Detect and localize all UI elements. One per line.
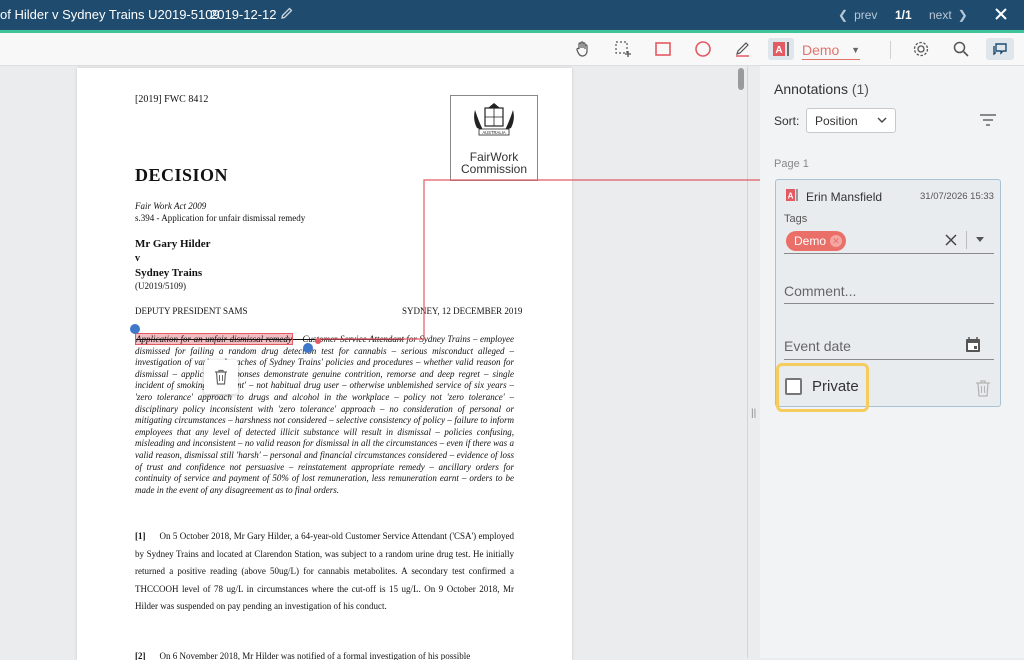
annotations-heading: Annotations (1) — [774, 81, 869, 97]
pen-tool-icon[interactable] — [732, 38, 754, 60]
coat-of-arms-icon: AUSTRALIA — [474, 103, 514, 136]
ellipse-tool-icon[interactable] — [692, 38, 714, 60]
settings-gear-icon[interactable] — [910, 38, 932, 60]
author-select[interactable]: Demo ▼ — [802, 40, 860, 60]
place-date: SYDNEY, 12 DECEMBER 2019 — [402, 306, 523, 316]
catchwords: Application for an unfair dismissal reme… — [135, 333, 514, 496]
text-highlight-tool-icon[interactable]: A — [768, 38, 794, 60]
area-select-icon[interactable] — [612, 38, 634, 60]
tags-input[interactable]: Demo ✕ — [784, 228, 994, 254]
tag-chip-label: Demo — [794, 234, 827, 248]
sort-label: Sort: — [774, 114, 800, 128]
act-name: Fair Work Act 2009 — [135, 201, 207, 211]
private-toggle[interactable]: Private — [785, 378, 859, 395]
paragraph-2-number: [2] — [135, 651, 146, 660]
text-highlight-annotation[interactable]: Application for an unfair dismissal reme… — [135, 333, 293, 345]
logo-line2: Commission — [460, 162, 527, 176]
chevron-down-icon — [877, 117, 887, 123]
private-label: Private — [812, 378, 859, 395]
document-viewer[interactable]: [2019] FWC 8412 AUSTRALIA FairWork Commi… — [0, 66, 760, 660]
toolbar-divider — [890, 41, 891, 59]
applicant-name: Mr Gary Hilder — [135, 238, 211, 250]
svg-text:A: A — [775, 45, 782, 56]
paragraph-1-number: [1] — [135, 531, 146, 541]
sort-value: Position — [815, 113, 858, 128]
decision-heading: DECISION — [135, 165, 229, 185]
annotations-title: Annotations — [774, 81, 848, 97]
annotation-timestamp: 31/07/2026 15:33 — [920, 191, 994, 202]
filter-icon[interactable] — [979, 113, 997, 127]
document-title: of Hilder v Sydney Trains U2019-5109 — [0, 7, 220, 22]
vertical-scrollbar[interactable] — [738, 68, 744, 90]
paragraph-2-text: On 6 November 2018, Mr Hilder was notifi… — [159, 651, 471, 660]
next-page-button[interactable]: next ❯ — [929, 8, 968, 22]
rectangle-tool-icon[interactable] — [652, 38, 674, 60]
tags-separator — [966, 231, 967, 249]
paragraph-2: [2] On 6 November 2018, Mr Hilder was not… — [135, 648, 514, 660]
text-highlight-type-icon: A — [786, 189, 798, 201]
page-indicator: 1/1 — [895, 8, 912, 22]
annotation-card[interactable]: A Erin Mansfield 31/07/2026 15:33 Tags D… — [775, 179, 1001, 412]
splitter-grip-icon[interactable]: || — [751, 408, 756, 419]
close-icon[interactable] — [993, 6, 1009, 22]
next-label: next — [929, 8, 952, 22]
chevron-right-icon: ❯ — [957, 8, 968, 22]
delete-annotation-trash-icon[interactable] — [975, 379, 991, 397]
sort-select[interactable]: Position — [806, 108, 896, 133]
trash-icon — [215, 369, 227, 385]
annotation-author: Erin Mansfield — [806, 190, 883, 204]
comment-input[interactable]: Comment... — [784, 276, 994, 304]
author-select-value: Demo — [802, 41, 840, 58]
edit-title-icon[interactable] — [280, 6, 294, 20]
document-page[interactable]: [2019] FWC 8412 AUSTRALIA FairWork Commi… — [77, 68, 572, 660]
tags-label: Tags — [784, 213, 808, 225]
title-bar: of Hilder v Sydney Trains U2019-5109 201… — [0, 0, 1024, 30]
prev-page-button[interactable]: ❮ prev — [838, 8, 877, 22]
pan-hand-icon[interactable] — [572, 38, 594, 60]
section-text: s.394 - Application for unfair dismissal… — [135, 213, 306, 223]
event-date-input[interactable]: Event date — [784, 332, 994, 360]
private-checkbox[interactable] — [785, 378, 802, 395]
tag-chip: Demo ✕ — [786, 231, 847, 251]
caret-down-icon: ▼ — [851, 44, 860, 55]
document-date: 2019-12-12 — [210, 7, 277, 22]
selection-handle-start[interactable] — [130, 324, 140, 334]
member-name: DEPUTY PRESIDENT SAMS — [135, 306, 248, 316]
calendar-icon[interactable] — [964, 336, 982, 354]
comments-panel-icon[interactable] — [986, 38, 1014, 60]
panel-splitter[interactable]: || — [747, 66, 760, 658]
versus-text: v — [135, 253, 140, 264]
tags-dropdown-icon[interactable] — [975, 236, 985, 244]
event-date-placeholder: Event date — [784, 338, 851, 354]
fair-work-logo: AUSTRALIA FairWork Commission — [450, 95, 538, 181]
annotations-panel: Annotations (1) Sort: Position Page 1 A … — [760, 66, 1024, 658]
selection-handle-end[interactable] — [303, 343, 313, 353]
page-group-label: Page 1 — [774, 158, 809, 170]
chevron-left-icon: ❮ — [838, 8, 849, 22]
crest-scroll-text: AUSTRALIA — [482, 130, 505, 135]
matter-number: (U2019/5109) — [135, 281, 186, 291]
citation: [2019] FWC 8412 — [135, 94, 209, 105]
svg-text:A: A — [788, 192, 794, 201]
paragraph-1-text: On 5 October 2018, Mr Gary Hilder, a 64-… — [135, 531, 514, 611]
search-icon[interactable] — [950, 38, 972, 60]
toolbar: A Demo ▼ — [0, 33, 1024, 66]
delete-annotation-button[interactable] — [204, 360, 238, 394]
paragraph-1: [1] On 5 October 2018, Mr Gary Hilder, a … — [135, 528, 514, 616]
annotation-connector-dot — [315, 338, 321, 344]
catchwords-rest: for Sydney Trains – employee dismissed f… — [135, 334, 514, 495]
respondent-name: Sydney Trains — [135, 267, 203, 279]
prev-label: prev — [854, 8, 878, 22]
clear-tags-icon[interactable] — [944, 233, 958, 247]
remove-tag-icon[interactable]: ✕ — [830, 235, 843, 247]
annotations-count: (1) — [851, 81, 869, 97]
